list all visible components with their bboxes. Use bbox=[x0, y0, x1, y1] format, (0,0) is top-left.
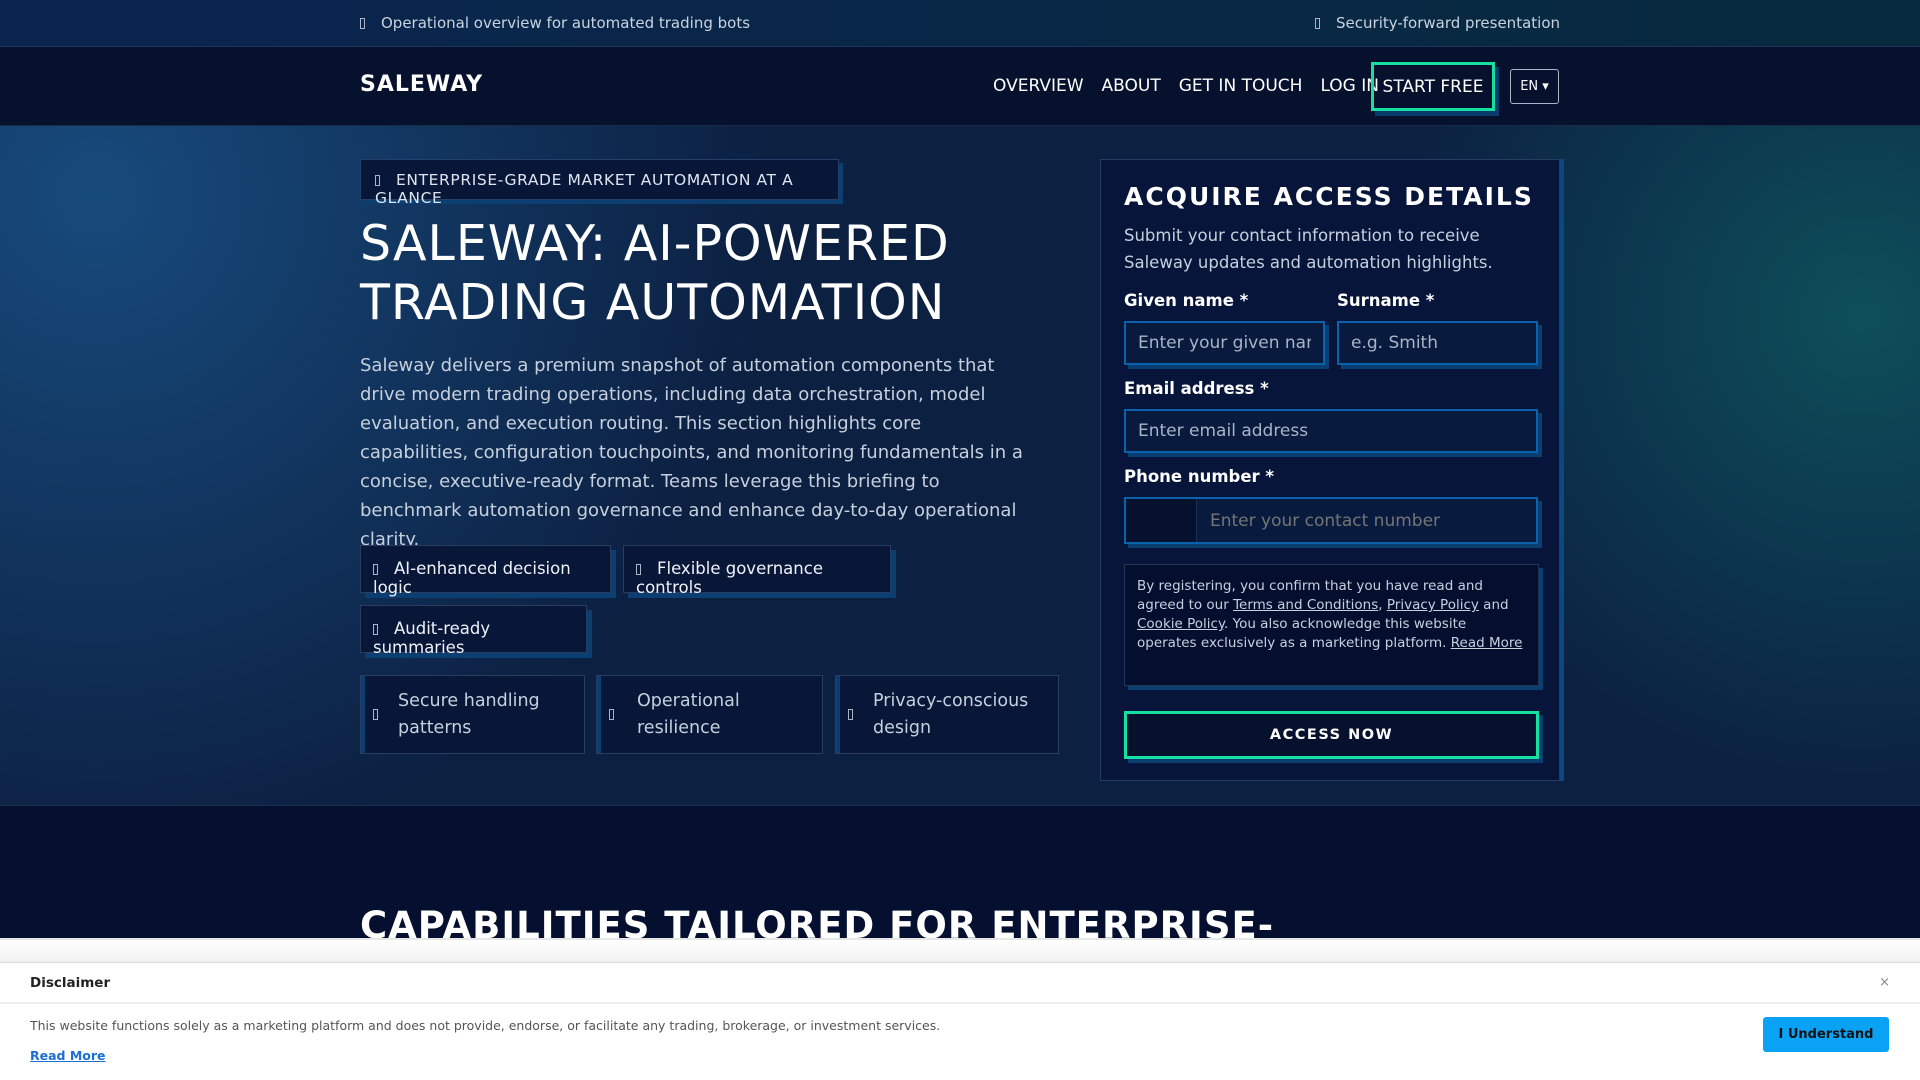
surname-input[interactable] bbox=[1337, 321, 1538, 365]
feature-chip: AI-enhanced decision logic bbox=[360, 545, 611, 597]
card-icon bbox=[609, 709, 614, 720]
disclaimer-text: This website functions solely as a marke… bbox=[30, 1018, 941, 1033]
start-free-button[interactable]: START FREE bbox=[1371, 62, 1495, 111]
disclaimer-read-more[interactable]: Read More bbox=[30, 1048, 106, 1063]
given-name-input[interactable] bbox=[1124, 321, 1325, 365]
announcement-bar: Operational overview for automated tradi… bbox=[0, 0, 1920, 47]
email-input[interactable] bbox=[1124, 409, 1538, 453]
feature-chip: Flexible governance controls bbox=[623, 545, 891, 597]
feature-chip: Audit-ready summaries bbox=[360, 605, 587, 657]
signup-form: ACQUIRE ACCESS DETAILS Submit your conta… bbox=[1100, 159, 1560, 781]
language-select[interactable]: EN ▾ bbox=[1510, 69, 1559, 104]
disclaimer-title: Disclaimer bbox=[30, 975, 111, 991]
disclaimer-banner: Disclaimer × This website functions sole… bbox=[0, 963, 1920, 1080]
surname-label: Surname * bbox=[1337, 291, 1435, 310]
hero-badge: ENTERPRISE-GRADE MARKET AUTOMATION AT A … bbox=[360, 159, 839, 207]
country-code-select[interactable] bbox=[1126, 499, 1197, 542]
hero-title: SALEWAY: AI-POWERED TRADING AUTOMATION bbox=[360, 215, 950, 331]
nav-overview[interactable]: OVERVIEW bbox=[993, 76, 1084, 96]
form-title: ACQUIRE ACCESS DETAILS bbox=[1124, 182, 1534, 211]
given-name-label: Given name * bbox=[1124, 291, 1249, 310]
nav-about[interactable]: ABOUT bbox=[1102, 76, 1161, 96]
i-understand-button[interactable]: I Understand bbox=[1763, 1017, 1889, 1052]
card-icon bbox=[373, 709, 378, 720]
phone-input[interactable] bbox=[1198, 499, 1534, 542]
privacy-link[interactable]: Privacy Policy bbox=[1387, 597, 1479, 613]
nav-get-in-touch[interactable]: GET IN TOUCH bbox=[1179, 76, 1303, 96]
terms-link[interactable]: Terms and Conditions bbox=[1233, 597, 1378, 613]
cookie-link[interactable]: Cookie Policy bbox=[1137, 616, 1224, 632]
value-card: Operational resilience bbox=[596, 675, 823, 754]
read-more-link[interactable]: Read More bbox=[1451, 635, 1523, 651]
close-icon[interactable]: × bbox=[1879, 975, 1890, 990]
phone-label: Phone number * bbox=[1124, 467, 1275, 486]
consent-text: By registering, you confirm that you hav… bbox=[1124, 564, 1539, 686]
main-nav: SALEWAY OVERVIEW ABOUT GET IN TOUCH LOG … bbox=[0, 48, 1920, 126]
chip-icon bbox=[373, 564, 378, 575]
card-icon bbox=[848, 709, 853, 720]
value-card: Secure handling patterns bbox=[360, 675, 585, 754]
hero-description: Saleway delivers a premium snapshot of a… bbox=[360, 355, 1023, 550]
value-card: Privacy-conscious design bbox=[835, 675, 1059, 754]
chip-icon bbox=[373, 624, 378, 635]
chip-icon bbox=[636, 564, 641, 575]
access-now-button[interactable]: ACCESS NOW bbox=[1124, 711, 1539, 759]
announcement-left: Operational overview for automated tradi… bbox=[381, 14, 751, 32]
badge-icon bbox=[375, 175, 380, 186]
logo[interactable]: SALEWAY bbox=[360, 72, 483, 97]
hero-section: ENTERPRISE-GRADE MARKET AUTOMATION AT A … bbox=[0, 126, 1920, 806]
email-label: Email address * bbox=[1124, 379, 1269, 398]
info-icon bbox=[360, 18, 365, 29]
shield-icon bbox=[1315, 18, 1321, 29]
announcement-right: Security-forward presentation bbox=[1336, 14, 1560, 32]
form-subtitle: Submit your contact information to recei… bbox=[1124, 226, 1493, 272]
phone-field bbox=[1124, 497, 1538, 544]
